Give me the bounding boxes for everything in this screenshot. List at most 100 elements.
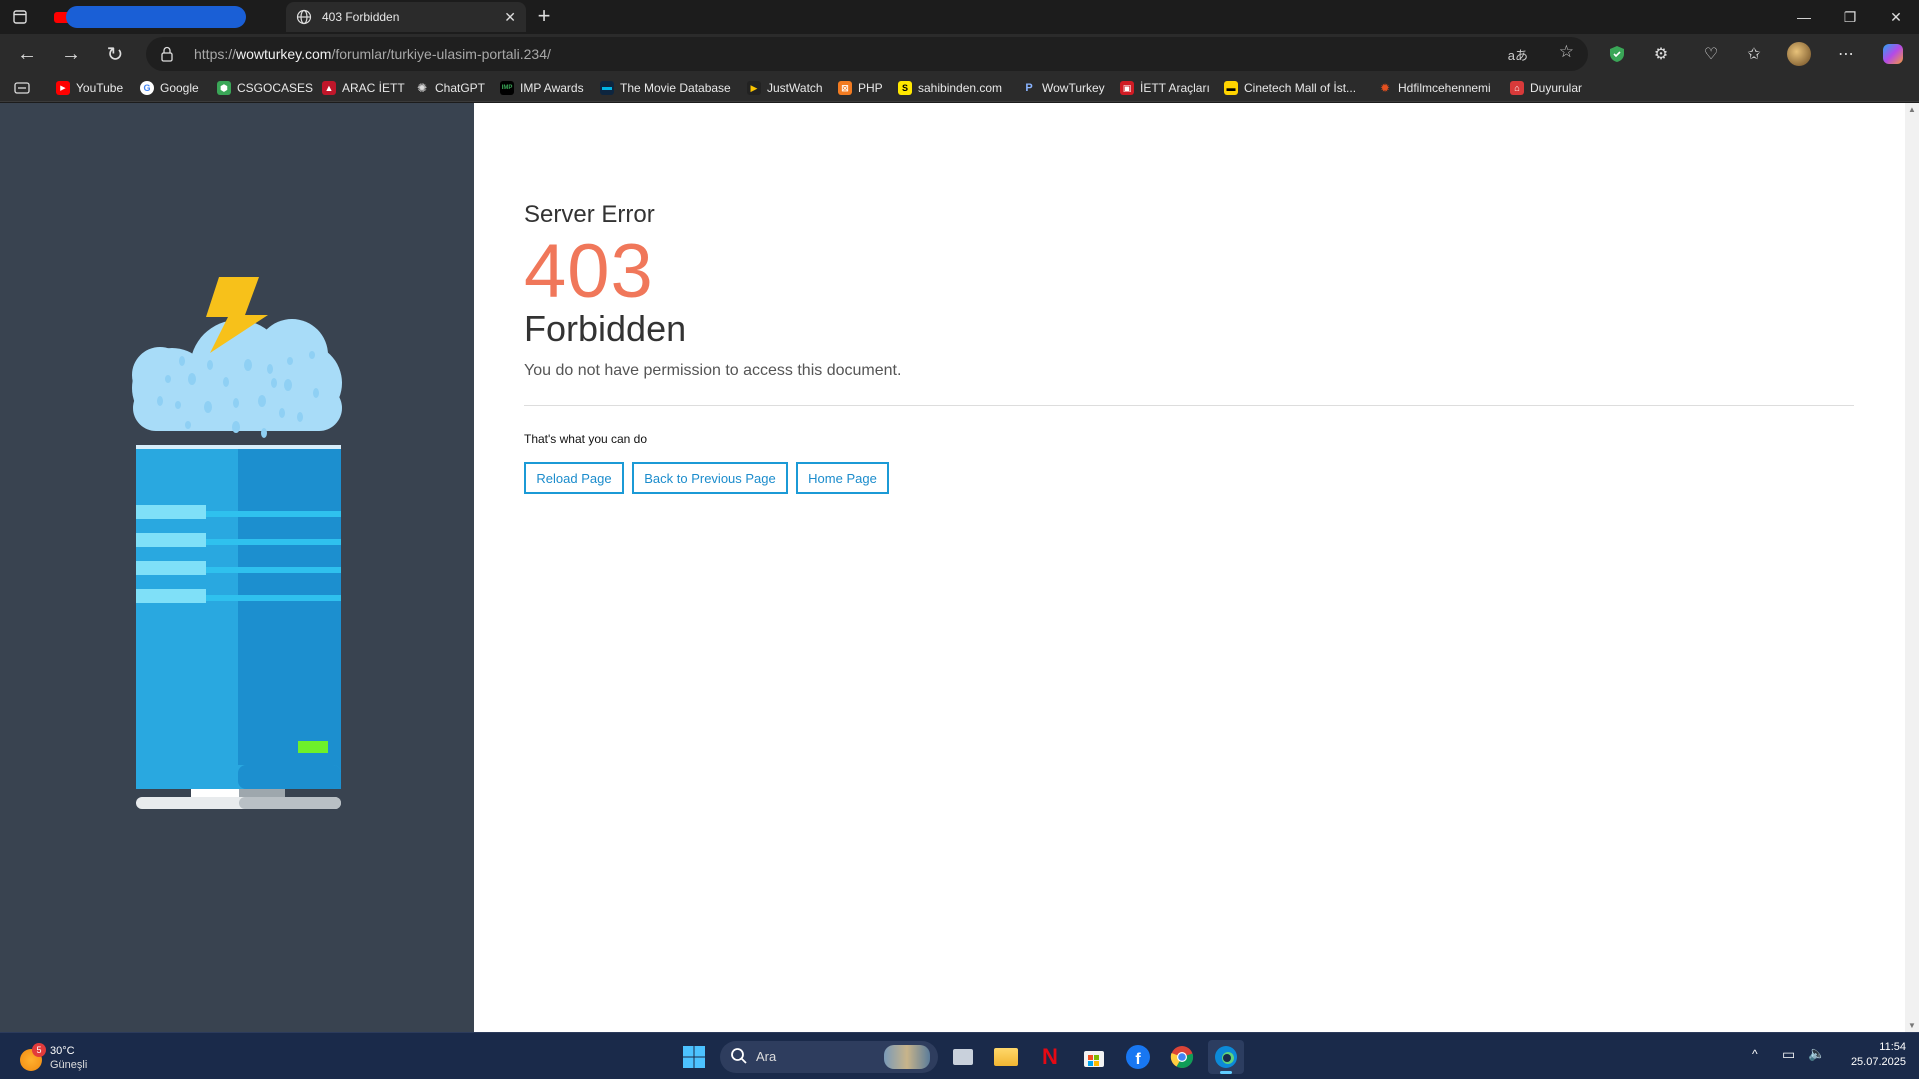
imp-awards-icon: IMP — [500, 81, 514, 95]
bookmark-php[interactable]: ⊠ PHP — [838, 78, 883, 98]
windows-taskbar: 5 30°C Güneşli Ara N f ^ ▭ 🔈 11:54 25.07… — [0, 1032, 1919, 1079]
bookmark-label: PHP — [858, 81, 883, 95]
volume-icon[interactable]: 🔈 — [1808, 1045, 1825, 1062]
bookmark-arac-iett[interactable]: ▲ ARAC İETT — [322, 78, 405, 98]
bookmark-duyurular[interactable]: ⌂ Duyurular — [1510, 78, 1582, 98]
chatgpt-icon: ✺ — [416, 81, 428, 95]
scroll-up-icon[interactable]: ▲ — [1908, 105, 1916, 114]
error-message: You do not have permission to access thi… — [524, 362, 902, 379]
browser-toolbar: ← → ↻ https://wowturkey.com/forumlar/tur… — [0, 34, 1919, 74]
bookmark-label: CSGOCASES — [237, 81, 314, 95]
bookmark-wowturkey[interactable]: P WowTurkey — [1022, 78, 1105, 98]
facebook-icon[interactable]: f — [1120, 1040, 1156, 1074]
browser-tab-bar: 403 Forbidden ✕ + — ❐ ✕ — [0, 0, 1919, 34]
site-info-icon[interactable] — [160, 46, 174, 67]
weather-alert-badge: 5 — [32, 1043, 46, 1057]
page-viewport: Server Error 403 Forbidden You do not ha… — [0, 103, 1919, 1032]
favorite-star-icon[interactable]: ☆ — [1559, 42, 1574, 62]
justwatch-icon: ▶ — [747, 81, 761, 95]
start-button[interactable] — [676, 1040, 712, 1074]
bookmark-chatgpt[interactable]: ✺ ChatGPT — [415, 78, 485, 98]
tab-403-forbidden[interactable]: 403 Forbidden ✕ — [286, 2, 526, 32]
server-icon — [136, 445, 341, 809]
google-icon: G — [140, 81, 154, 95]
duyurular-icon: ⌂ — [1510, 81, 1524, 95]
sahibinden-icon: S — [898, 81, 912, 95]
scroll-down-icon[interactable]: ▼ — [1908, 1021, 1916, 1030]
tab-youtube[interactable] — [42, 2, 282, 32]
extensions-icon[interactable]: ⚙ — [1647, 40, 1675, 68]
bookmark-label: Hdfilmcehennemi — [1398, 81, 1491, 95]
back-to-previous-page-button[interactable]: Back to Previous Page — [632, 462, 788, 494]
url-prefix: https:// — [194, 46, 237, 62]
back-button[interactable]: ← — [11, 38, 43, 70]
close-window-button[interactable]: ✕ — [1873, 0, 1919, 34]
network-icon[interactable]: ▭ — [1782, 1046, 1795, 1063]
weather-widget[interactable]: 5 30°C Güneşli — [18, 1041, 108, 1073]
scrollbar[interactable]: ▲ ▼ — [1905, 103, 1919, 1032]
tab-label: 403 Forbidden — [322, 10, 400, 24]
reload-page-button[interactable]: Reload Page — [524, 462, 624, 494]
bookmark-label: Cinetech Mall of İst... — [1244, 81, 1357, 95]
bookmark-imp-awards[interactable]: IMP IMP Awards — [500, 78, 584, 98]
task-view-icon[interactable] — [945, 1040, 981, 1074]
netflix-icon[interactable]: N — [1032, 1040, 1068, 1074]
url-text[interactable]: https://wowturkey.com/forumlar/turkiye-u… — [194, 46, 551, 62]
microsoft-store-icon[interactable] — [1076, 1040, 1112, 1074]
bookmark-csgocases[interactable]: ⬢ CSGOCASES — [217, 78, 313, 98]
bookmark-label: WowTurkey — [1042, 81, 1105, 95]
bookmark-tmdb[interactable]: The Movie Database — [600, 78, 731, 98]
refresh-button[interactable]: ↻ — [99, 38, 131, 70]
bookmark-label: İETT Araçları — [1140, 81, 1210, 95]
edge-icon[interactable] — [1208, 1040, 1244, 1074]
forward-button[interactable]: → — [55, 38, 87, 70]
bookmark-google[interactable]: G Google — [140, 78, 199, 98]
youtube-icon: ▶ — [56, 81, 70, 95]
bookmark-iett-araclari[interactable]: ▣ İETT Araçları — [1120, 78, 1210, 98]
home-page-button[interactable]: Home Page — [796, 462, 889, 494]
search-icon — [730, 1047, 748, 1070]
chrome-icon[interactable] — [1164, 1040, 1200, 1074]
server-error-label: Server Error — [524, 201, 655, 228]
read-aloud-icon[interactable]: aあ — [1508, 45, 1528, 64]
url-path: /forumlar/turkiye-ulasim-portali.234/ — [331, 46, 551, 62]
iett-icon: ▲ — [322, 81, 336, 95]
redacted-tab-title — [66, 6, 246, 28]
bookmark-justwatch[interactable]: ▶ JustWatch — [747, 78, 823, 98]
minimize-button[interactable]: — — [1781, 0, 1827, 34]
search-placeholder: Ara — [756, 1049, 777, 1064]
php-icon: ⊠ — [838, 81, 852, 95]
bookmark-label: JustWatch — [767, 81, 823, 95]
address-bar[interactable]: https://wowturkey.com/forumlar/turkiye-u… — [146, 37, 1588, 71]
cinetech-icon: ▬ — [1224, 81, 1238, 95]
restore-button[interactable]: ❐ — [1827, 0, 1873, 34]
browser-essentials-icon[interactable]: ♡ — [1697, 40, 1725, 68]
actions-heading: That's what you can do — [524, 432, 648, 446]
more-options-icon[interactable]: ⋯ — [1832, 40, 1860, 68]
bookmark-hdfilmcehennemi[interactable]: ✹ Hdfilmcehennemi — [1378, 78, 1491, 98]
shield-extension-icon[interactable] — [1603, 40, 1631, 68]
error-title: Forbidden — [524, 308, 687, 349]
clock[interactable]: 11:54 25.07.2025 — [1836, 1041, 1906, 1068]
tab-actions-icon[interactable] — [10, 7, 30, 27]
bookmark-cinetech[interactable]: ▬ Cinetech Mall of İst... — [1224, 78, 1356, 98]
taskbar-search[interactable]: Ara — [720, 1041, 938, 1073]
favorites-icon[interactable]: ✩ — [1740, 40, 1768, 68]
bookmark-sahibinden[interactable]: Ssahibinden.com — [898, 78, 1002, 98]
bookmark-label: ChatGPT — [435, 81, 486, 95]
bookmark-youtube[interactable]: ▶ YouTube — [56, 78, 123, 98]
bookmarks-menu-icon[interactable] — [14, 78, 30, 98]
bookmarks-bar: ▶ YouTube G Google ⬢ CSGOCASES ▲ ARAC İETT ✺… — [0, 74, 1919, 102]
file-explorer-icon[interactable] — [988, 1040, 1024, 1074]
bookmark-label: sahibinden.com — [918, 81, 1003, 95]
copilot-icon[interactable] — [1879, 40, 1907, 68]
bookmark-label: Google — [160, 81, 199, 95]
show-hidden-icons-icon[interactable]: ^ — [1752, 1047, 1758, 1061]
close-tab-icon[interactable]: ✕ — [504, 9, 516, 26]
active-app-indicator — [1220, 1071, 1232, 1074]
new-tab-button[interactable]: + — [532, 5, 556, 29]
error-code: 403 — [524, 229, 654, 314]
date: 25.07.2025 — [1850, 1056, 1906, 1068]
profile-avatar-icon[interactable] — [1785, 40, 1813, 68]
search-highlight-icon — [884, 1045, 930, 1069]
